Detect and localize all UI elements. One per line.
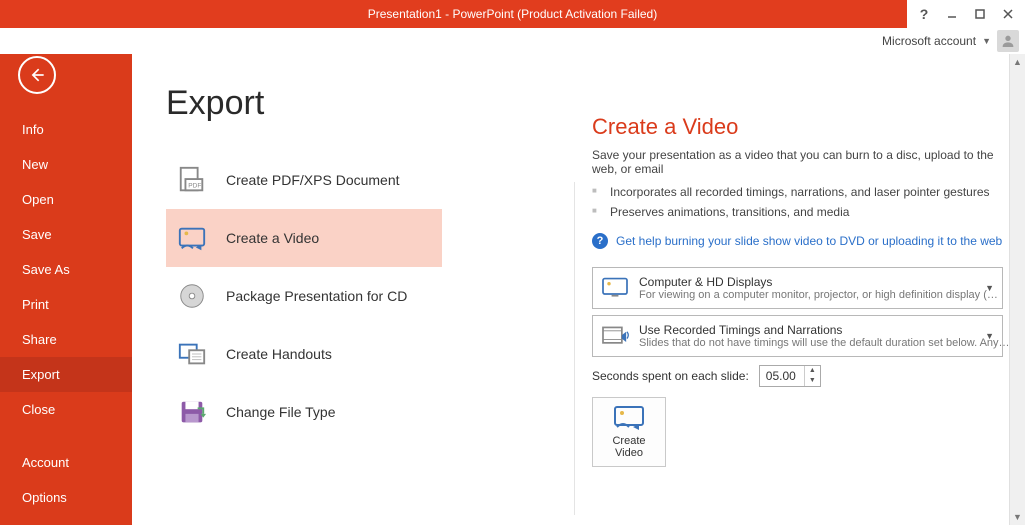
create-button-line2: Video bbox=[612, 447, 645, 459]
title-bar: Presentation1 - PowerPoint (Product Acti… bbox=[0, 0, 1025, 28]
create-button-line1: Create bbox=[612, 435, 645, 447]
export-option-label: Create a Video bbox=[226, 230, 319, 246]
export-option-create-video[interactable]: Create a Video bbox=[166, 209, 442, 267]
display-icon bbox=[601, 274, 629, 302]
export-option-pdf-xps[interactable]: PDF Create PDF/XPS Document bbox=[166, 151, 442, 209]
page-title: Export bbox=[166, 84, 442, 123]
section-description: Save your presentation as a video that y… bbox=[592, 148, 1003, 176]
video-icon bbox=[176, 222, 208, 254]
account-strip: Microsoft account ▼ bbox=[0, 28, 1025, 54]
backstage-sidebar: Info New Open Save Save As Print Share E… bbox=[0, 54, 132, 525]
sidebar-item-share[interactable]: Share bbox=[0, 322, 132, 357]
save-file-type-icon bbox=[176, 396, 208, 428]
scroll-down-icon[interactable]: ▼ bbox=[1010, 509, 1025, 525]
sidebar-item-export[interactable]: Export bbox=[0, 357, 132, 392]
sidebar-item-close[interactable]: Close bbox=[0, 392, 132, 427]
filmstrip-audio-icon bbox=[601, 322, 629, 350]
spinner-down-icon[interactable]: ▼ bbox=[805, 376, 820, 386]
avatar[interactable] bbox=[997, 30, 1019, 52]
scroll-up-icon[interactable]: ▲ bbox=[1010, 54, 1025, 70]
combo-title: Computer & HD Displays bbox=[639, 275, 998, 289]
close-button[interactable] bbox=[995, 3, 1021, 25]
help-link[interactable]: Get help burning your slide show video t… bbox=[616, 234, 1002, 248]
chevron-down-icon: ▼ bbox=[985, 283, 994, 293]
help-button[interactable]: ? bbox=[911, 3, 937, 25]
vertical-scrollbar[interactable]: ▲ ▼ bbox=[1009, 54, 1025, 525]
window-controls: ? bbox=[907, 0, 1025, 28]
vertical-divider bbox=[574, 182, 575, 515]
maximize-button[interactable] bbox=[967, 3, 993, 25]
export-option-package-cd[interactable]: Package Presentation for CD bbox=[166, 267, 442, 325]
spinner-up-icon[interactable]: ▲ bbox=[805, 366, 820, 376]
sidebar-item-info[interactable]: Info bbox=[0, 112, 132, 147]
section-heading: Create a Video bbox=[592, 114, 1003, 140]
cd-icon bbox=[176, 280, 208, 312]
content-area: Export PDF Create PDF/XPS Document Creat… bbox=[132, 54, 1025, 525]
account-label[interactable]: Microsoft account bbox=[882, 34, 976, 48]
svg-text:PDF: PDF bbox=[188, 183, 201, 190]
help-info-icon: ? bbox=[592, 233, 608, 249]
bullet-item: Preserves animations, transitions, and m… bbox=[592, 202, 1003, 222]
bullet-item: Incorporates all recorded timings, narra… bbox=[592, 182, 1003, 202]
export-option-create-handouts[interactable]: Create Handouts bbox=[166, 325, 442, 383]
combo-subtitle: For viewing on a computer monitor, proje… bbox=[639, 289, 998, 301]
export-option-label: Create Handouts bbox=[226, 346, 332, 362]
create-video-icon bbox=[613, 405, 645, 431]
create-video-button[interactable]: Create Video bbox=[592, 397, 666, 467]
handouts-icon bbox=[176, 338, 208, 370]
sidebar-item-open[interactable]: Open bbox=[0, 182, 132, 217]
timings-narrations-combo[interactable]: Use Recorded Timings and Narrations Slid… bbox=[592, 315, 1003, 357]
pdf-document-icon: PDF bbox=[176, 164, 208, 196]
display-quality-combo[interactable]: Computer & HD Displays For viewing on a … bbox=[592, 267, 1003, 309]
combo-title: Use Recorded Timings and Narrations bbox=[639, 323, 1010, 337]
seconds-label: Seconds spent on each slide: bbox=[592, 369, 749, 383]
sidebar-item-save-as[interactable]: Save As bbox=[0, 252, 132, 287]
sidebar-item-options[interactable]: Options bbox=[0, 480, 132, 515]
window-title: Presentation1 - PowerPoint (Product Acti… bbox=[368, 7, 657, 21]
export-option-label: Change File Type bbox=[226, 404, 335, 420]
back-button[interactable] bbox=[18, 56, 56, 94]
export-option-change-file-type[interactable]: Change File Type bbox=[166, 383, 442, 441]
export-option-label: Package Presentation for CD bbox=[226, 288, 407, 304]
sidebar-item-print[interactable]: Print bbox=[0, 287, 132, 322]
seconds-value: 05.00 bbox=[766, 369, 796, 383]
sidebar-item-new[interactable]: New bbox=[0, 147, 132, 182]
sidebar-item-save[interactable]: Save bbox=[0, 217, 132, 252]
combo-subtitle: Slides that do not have timings will use… bbox=[639, 337, 1010, 349]
chevron-down-icon: ▼ bbox=[985, 331, 994, 341]
sidebar-item-account[interactable]: Account bbox=[0, 445, 132, 480]
chevron-down-icon[interactable]: ▼ bbox=[982, 36, 991, 46]
feature-bullets: Incorporates all recorded timings, narra… bbox=[592, 182, 1003, 223]
export-options-list: PDF Create PDF/XPS Document Create a Vid… bbox=[166, 151, 442, 441]
export-option-label: Create PDF/XPS Document bbox=[226, 172, 400, 188]
minimize-button[interactable] bbox=[939, 3, 965, 25]
seconds-spinner[interactable]: 05.00 ▲ ▼ bbox=[759, 365, 821, 387]
